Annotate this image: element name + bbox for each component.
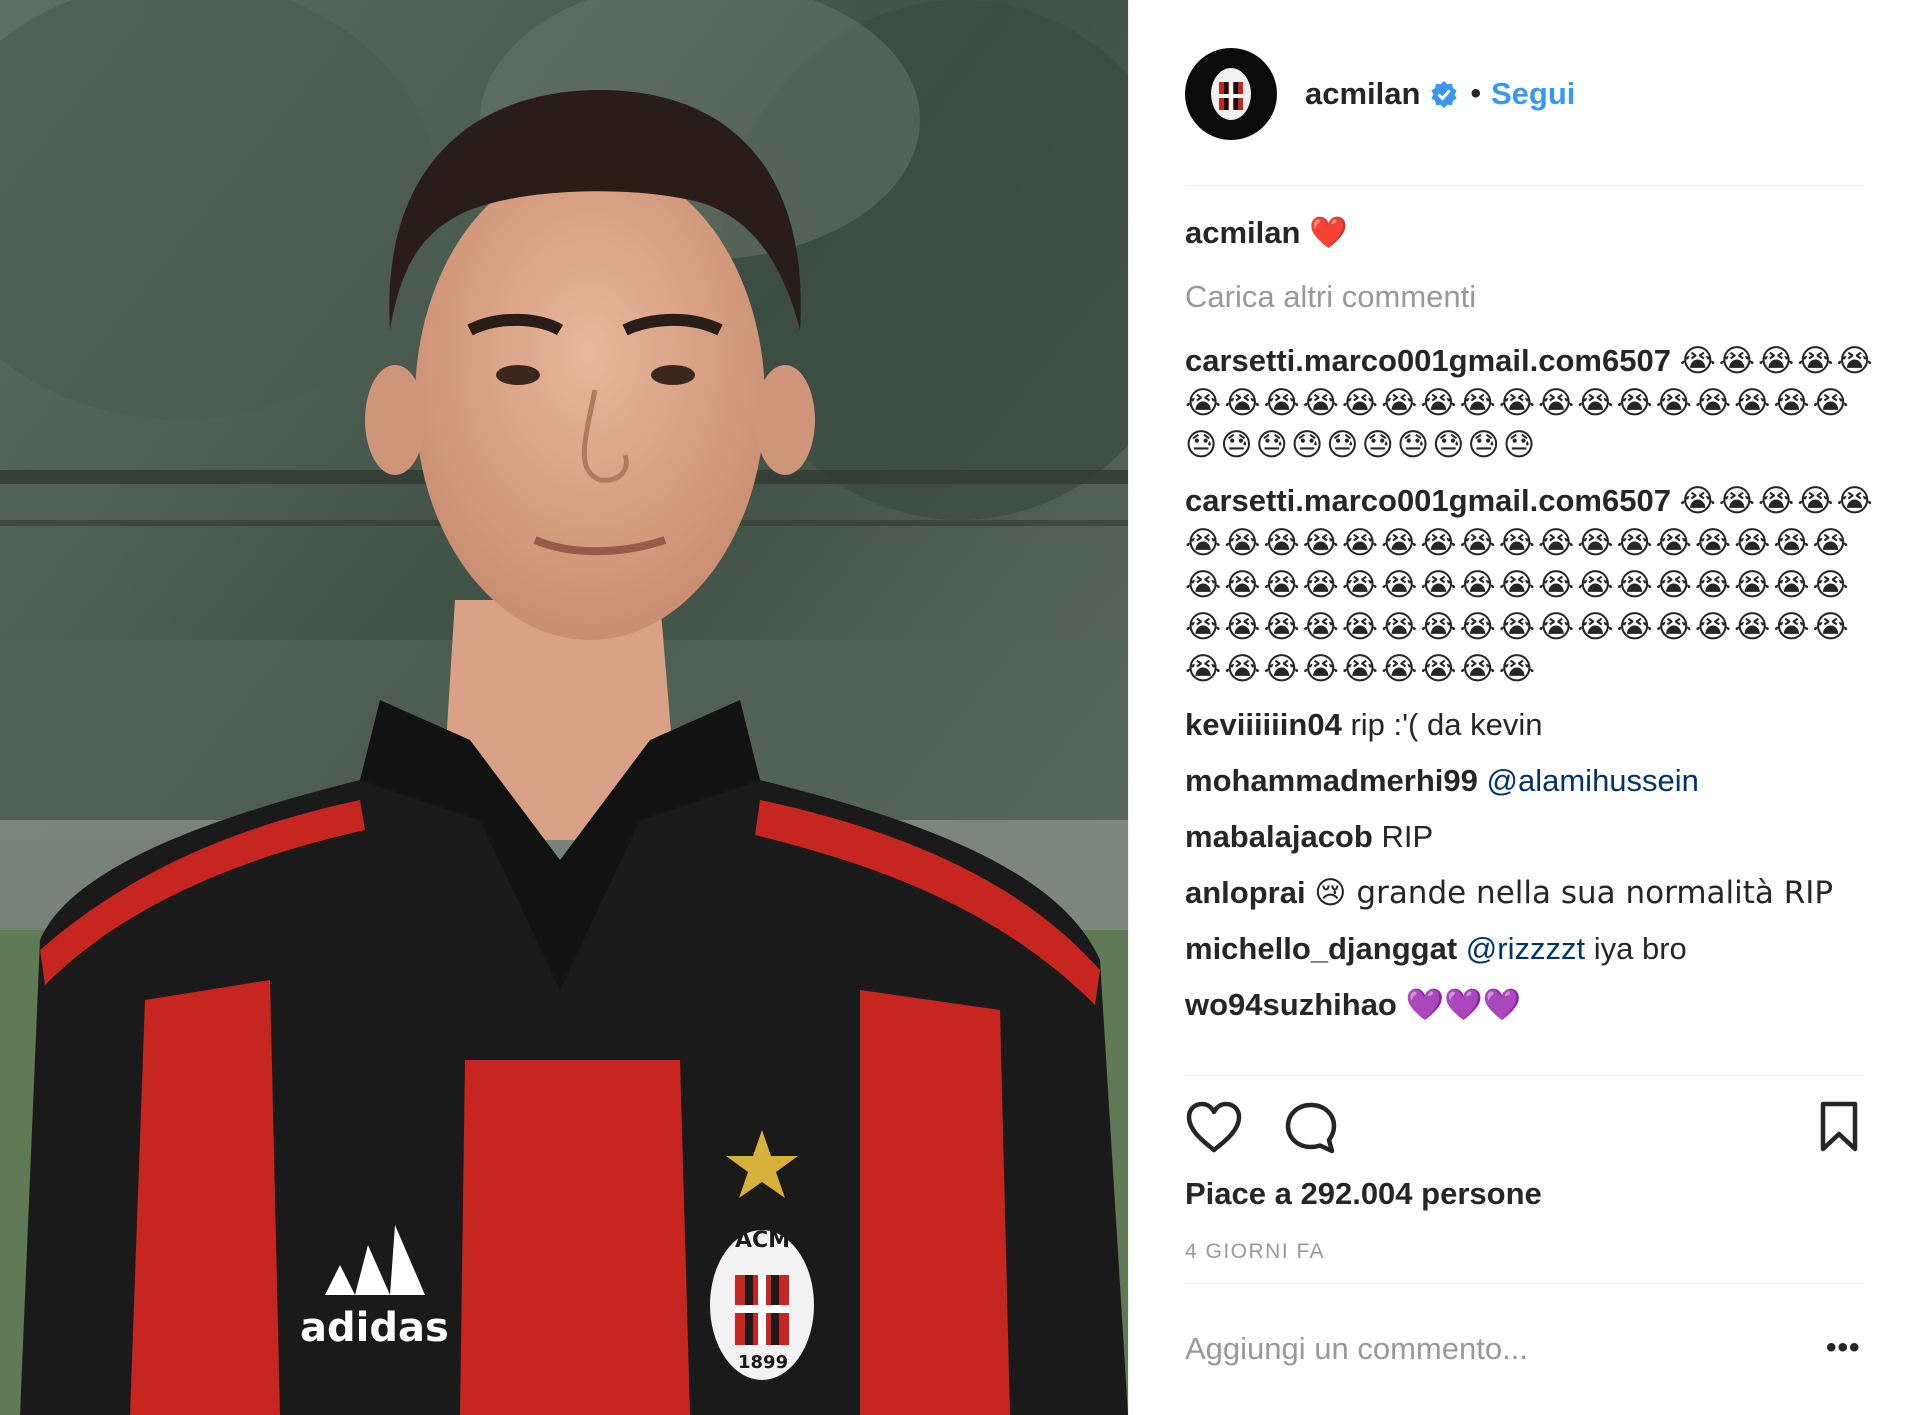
post-timestamp: 4 GIORNI FA bbox=[1185, 1240, 1326, 1263]
comment-username[interactable]: carsetti.marco001gmail.com6507 bbox=[1185, 343, 1671, 378]
bookmark-icon[interactable] bbox=[1817, 1100, 1861, 1154]
crest-top-text: ACM bbox=[735, 1228, 791, 1253]
comments-divider bbox=[1185, 1075, 1865, 1076]
comment-username[interactable]: michello_djanggat bbox=[1185, 931, 1457, 966]
shirt-brand-logo: adidas bbox=[300, 1305, 449, 1351]
comment-item: carsetti.marco001gmail.com6507 😭😭😭😭😭😭😭😭😭… bbox=[1185, 340, 1885, 466]
post-header: acmilan • Segui bbox=[1185, 48, 1865, 140]
account-avatar[interactable] bbox=[1185, 48, 1277, 140]
comment-item: wo94suzhihao 💜💜💜 bbox=[1185, 984, 1885, 1026]
comment-username[interactable]: wo94suzhihao bbox=[1185, 987, 1397, 1022]
comment-text: iya bro bbox=[1593, 931, 1687, 966]
footer-divider bbox=[1185, 1283, 1865, 1284]
post-sidebar: acmilan • Segui acmilan ❤️ Carica altri … bbox=[1128, 0, 1920, 1415]
footballer-portrait-photo bbox=[0, 0, 1128, 1415]
comment-item: keviiiiiin04 rip :'( da kevin bbox=[1185, 704, 1885, 746]
comment-bubble-icon[interactable] bbox=[1283, 1100, 1339, 1156]
comment-item: carsetti.marco001gmail.com6507 😭😭😭😭😭😭😭😭😭… bbox=[1185, 480, 1885, 690]
comment-username[interactable]: mabalajacob bbox=[1185, 819, 1373, 854]
post-caption: acmilan ❤️ bbox=[1185, 212, 1885, 254]
header-separator: • bbox=[1470, 77, 1481, 110]
more-options-button[interactable]: ••• bbox=[1826, 1333, 1861, 1363]
crest-year-text: 1899 bbox=[738, 1352, 789, 1373]
comment-item: anloprai 😢 grande nella sua normalità RI… bbox=[1185, 872, 1885, 914]
caption-username[interactable]: acmilan bbox=[1185, 215, 1300, 250]
account-username[interactable]: acmilan bbox=[1305, 76, 1420, 112]
comment-text: RIP bbox=[1381, 819, 1434, 854]
verified-badge-icon bbox=[1431, 81, 1458, 108]
instagram-post-modal: adidas ACM 1899 acmilan • Segui acmilan … bbox=[0, 0, 1920, 1415]
follow-button[interactable]: Segui bbox=[1491, 76, 1575, 112]
heart-icon[interactable] bbox=[1185, 1100, 1243, 1154]
post-photo[interactable]: adidas ACM 1899 bbox=[0, 0, 1128, 1415]
comment-username[interactable]: anloprai bbox=[1185, 875, 1306, 910]
comment-mention[interactable]: @rizzzzt bbox=[1466, 931, 1585, 966]
comment-text: 💜💜💜 bbox=[1405, 987, 1522, 1023]
comment-text: 😢 grande nella sua normalità RIP bbox=[1314, 875, 1834, 911]
add-comment-input[interactable] bbox=[1185, 1325, 1755, 1373]
comment-username[interactable]: keviiiiiin04 bbox=[1185, 707, 1342, 742]
caption-text: ❤️ bbox=[1309, 215, 1348, 251]
likes-count[interactable]: Piace a 292.004 persone bbox=[1185, 1176, 1542, 1212]
comment-item: michello_djanggat @rizzzzt iya bro bbox=[1185, 928, 1885, 970]
comment-item: mohammadmerhi99 @alamihussein bbox=[1185, 760, 1885, 802]
load-more-comments-button[interactable]: Carica altri commenti bbox=[1185, 276, 1885, 318]
comment-username[interactable]: mohammadmerhi99 bbox=[1185, 763, 1478, 798]
comment-mention[interactable]: @alamihussein bbox=[1487, 763, 1699, 798]
comment-text: rip :'( da kevin bbox=[1350, 707, 1543, 742]
comments-list: acmilan ❤️ Carica altri commenti carsett… bbox=[1185, 212, 1885, 1040]
action-bar bbox=[1185, 1100, 1865, 1156]
comment-item: mabalajacob RIP bbox=[1185, 816, 1885, 858]
ac-milan-crest-icon bbox=[1211, 68, 1251, 120]
header-divider bbox=[1185, 185, 1865, 186]
comment-username[interactable]: carsetti.marco001gmail.com6507 bbox=[1185, 483, 1671, 518]
